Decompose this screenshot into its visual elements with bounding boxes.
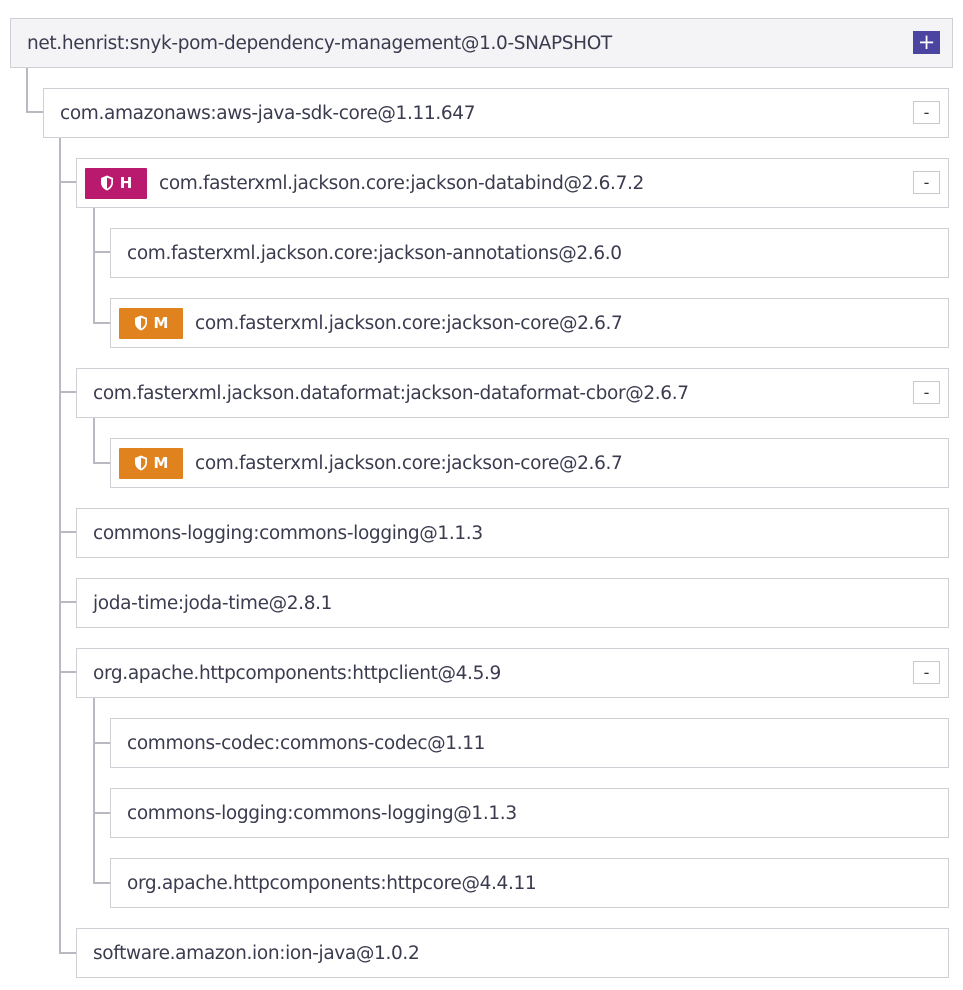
tree-connector <box>59 391 76 393</box>
shield-icon <box>134 315 147 331</box>
node-label: com.amazonaws:aws-java-sdk-core@1.11.647 <box>60 102 476 124</box>
tree-connector <box>59 138 61 954</box>
tree-connector <box>59 671 76 673</box>
tree-node-joda-time[interactable]: joda-time:joda-time@2.8.1 <box>76 578 949 628</box>
tree-node-jackson-core[interactable]: M com.fasterxml.jackson.core:jackson-cor… <box>110 298 949 348</box>
tree-connector <box>93 882 110 884</box>
node-label: commons-codec:commons-codec@1.11 <box>127 732 486 754</box>
collapse-button[interactable]: - <box>913 381 940 404</box>
severity-letter: H <box>119 174 133 192</box>
collapse-button[interactable]: - <box>913 101 940 124</box>
severity-letter: M <box>153 454 169 472</box>
shield-icon <box>100 175 113 191</box>
node-label: org.apache.httpcomponents:httpclient@4.5… <box>93 662 501 684</box>
collapse-button[interactable]: - <box>913 661 940 684</box>
node-label: net.henrist:snyk-pom-dependency-manageme… <box>27 32 612 54</box>
tree-node-httpclient[interactable]: org.apache.httpcomponents:httpclient@4.5… <box>76 648 949 698</box>
node-label: com.fasterxml.jackson.core:jackson-annot… <box>127 242 622 264</box>
medium-severity-badge: M <box>119 447 183 479</box>
tree-connector <box>59 181 76 183</box>
tree-connector <box>59 952 76 954</box>
tree-node-commons-codec[interactable]: commons-codec:commons-codec@1.11 <box>110 718 949 768</box>
node-label: com.fasterxml.jackson.dataformat:jackson… <box>93 382 689 404</box>
medium-severity-badge: M <box>119 307 183 339</box>
tree-connector <box>26 68 28 113</box>
tree-node-jackson-databind[interactable]: H com.fasterxml.jackson.core:jackson-dat… <box>76 158 949 208</box>
collapse-button[interactable]: - <box>913 171 940 194</box>
shield-icon <box>134 455 147 471</box>
tree-connector <box>93 251 110 253</box>
node-label: commons-logging:commons-logging@1.1.3 <box>127 802 517 824</box>
tree-connector <box>59 531 76 533</box>
tree-connector <box>93 462 110 464</box>
expand-button[interactable]: + <box>913 31 940 54</box>
node-label: com.fasterxml.jackson.core:jackson-core@… <box>195 452 623 474</box>
tree-node-jackson-dataformat-cbor[interactable]: com.fasterxml.jackson.dataformat:jackson… <box>76 368 949 418</box>
tree-connector <box>93 698 95 884</box>
node-label: com.fasterxml.jackson.core:jackson-datab… <box>159 172 644 194</box>
tree-connector <box>93 322 110 324</box>
tree-connector <box>93 418 95 464</box>
tree-node-httpcore[interactable]: org.apache.httpcomponents:httpcore@4.4.1… <box>110 858 949 908</box>
node-label: commons-logging:commons-logging@1.1.3 <box>93 522 483 544</box>
tree-node-root[interactable]: net.henrist:snyk-pom-dependency-manageme… <box>10 18 953 68</box>
tree-connector <box>59 601 76 603</box>
tree-node-jackson-annotations[interactable]: com.fasterxml.jackson.core:jackson-annot… <box>110 228 949 278</box>
severity-letter: M <box>153 314 169 332</box>
tree-node-ion-java[interactable]: software.amazon.ion:ion-java@1.0.2 <box>76 928 949 978</box>
tree-node-aws-sdk-core[interactable]: com.amazonaws:aws-java-sdk-core@1.11.647… <box>43 88 949 138</box>
node-label: joda-time:joda-time@2.8.1 <box>93 592 333 614</box>
tree-connector <box>93 812 110 814</box>
node-label: com.fasterxml.jackson.core:jackson-core@… <box>195 312 623 334</box>
node-label: software.amazon.ion:ion-java@1.0.2 <box>93 942 420 964</box>
tree-connector <box>26 111 43 113</box>
tree-connector <box>93 208 95 324</box>
node-label: org.apache.httpcomponents:httpcore@4.4.1… <box>127 872 537 894</box>
tree-node-commons-logging[interactable]: commons-logging:commons-logging@1.1.3 <box>110 788 949 838</box>
tree-node-jackson-core[interactable]: M com.fasterxml.jackson.core:jackson-cor… <box>110 438 949 488</box>
high-severity-badge: H <box>85 167 147 199</box>
tree-node-commons-logging[interactable]: commons-logging:commons-logging@1.1.3 <box>76 508 949 558</box>
tree-connector <box>93 742 110 744</box>
